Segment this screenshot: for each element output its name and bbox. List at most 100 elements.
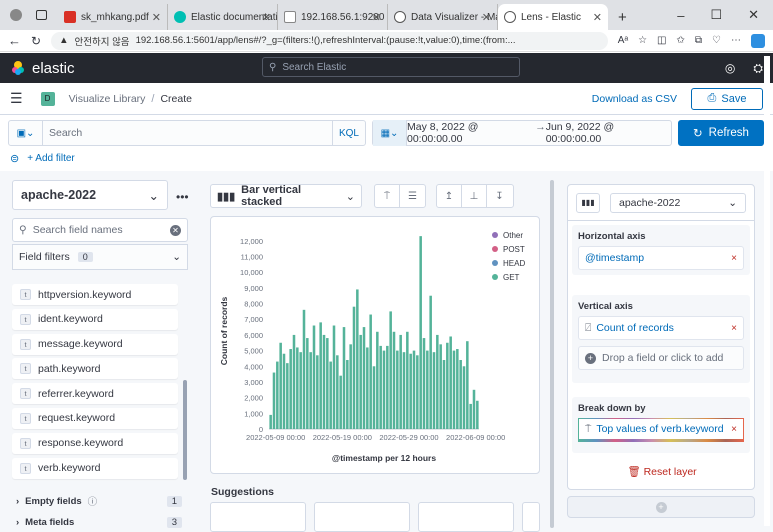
legend-icon[interactable]: ☰ — [400, 185, 425, 207]
back-icon[interactable]: ← — [8, 33, 21, 48]
browser-tab-active[interactable]: Lens - Elastic ✕ — [498, 4, 608, 30]
copilot-icon[interactable] — [751, 33, 765, 48]
search-icon: ⚲ — [19, 224, 27, 236]
horizontal-axis-dimension[interactable]: @timestamp × — [578, 246, 744, 270]
right-axis-icon[interactable]: ↧ — [487, 185, 512, 207]
layer-chart-type-button[interactable]: ▮▮▮ — [576, 192, 600, 213]
field-name: path.keyword — [38, 362, 101, 375]
collections-icon[interactable]: ⧉ — [695, 35, 702, 46]
close-tab-icon[interactable]: ✕ — [482, 11, 491, 24]
more-options-icon[interactable]: ••• — [176, 190, 189, 204]
field-item[interactable]: t request.keyword — [12, 407, 178, 429]
suggestion-card[interactable] — [418, 502, 514, 532]
y-tick-label: 1,000 — [244, 409, 263, 418]
suggestions-title: Suggestions — [211, 486, 275, 498]
layer-index-pattern-select[interactable]: apache-2022 ⌄ — [610, 192, 746, 213]
profile-icon[interactable] — [10, 9, 22, 21]
bar-chart[interactable]: 01,0002,0003,0004,0005,0006,0007,0008,00… — [211, 217, 539, 473]
reset-layer-button[interactable]: 🗑 Reset layer — [568, 465, 756, 478]
help-icon[interactable]: ◎ — [725, 61, 735, 76]
clear-search-icon[interactable]: ✕ — [170, 224, 181, 236]
minimize-icon[interactable]: – — [677, 8, 684, 23]
empty-fields-accordion[interactable]: › Empty fields ⓘ 1 — [16, 494, 182, 508]
field-filters-button[interactable]: Field filters 0 ⌄ — [12, 244, 188, 270]
field-list-scrollbar[interactable] — [183, 380, 187, 480]
remove-icon[interactable]: × — [731, 323, 737, 334]
reader-icon[interactable]: Aᵃ — [618, 35, 628, 46]
field-item[interactable]: t message.keyword — [12, 333, 178, 355]
bottom-axis-icon[interactable]: ⊥ — [462, 185, 487, 207]
address-bar[interactable]: ▲ 안전하지 않음 192.168.56.1:5601/app/lens#/?_… — [51, 31, 608, 50]
browser-tab[interactable]: 192.168.56.1:9200 ✕ — [278, 4, 388, 30]
field-item[interactable]: t ident.keyword — [12, 308, 178, 330]
bar — [352, 306, 356, 429]
user-menu-icon[interactable]: ⛭ — [753, 61, 763, 76]
meta-fields-count: 3 — [166, 517, 182, 528]
space-avatar[interactable]: D — [40, 91, 55, 106]
close-tab-icon[interactable]: ✕ — [152, 11, 161, 24]
remove-icon[interactable]: × — [731, 253, 737, 264]
field-list: t httpversion.keyword t ident.keyword t … — [12, 284, 178, 482]
index-pattern-select[interactable]: apache-2022 ⌄ — [12, 180, 168, 210]
window-scrollbar[interactable] — [764, 56, 770, 526]
remove-icon[interactable]: × — [731, 424, 737, 435]
breadcrumb-visualize-library[interactable]: Visualize Library — [69, 93, 146, 105]
new-tab-button[interactable]: + — [608, 4, 637, 30]
bar — [299, 352, 302, 429]
vertical-axis-dimension[interactable]: ⍁ Count of records × — [578, 316, 744, 340]
quick-date-button[interactable]: ▦⌄ — [373, 120, 407, 146]
reload-icon[interactable]: ↻ — [31, 34, 41, 48]
refresh-button[interactable]: ↻ Refresh — [678, 120, 764, 146]
field-item[interactable]: t verb.keyword — [12, 457, 178, 479]
menu-toggle-icon[interactable]: ☰ — [10, 90, 23, 107]
meta-fields-label: Meta fields — [25, 517, 75, 528]
left-axis-icon[interactable]: ↥ — [437, 185, 462, 207]
suggestion-card[interactable] — [522, 502, 540, 532]
favorites-icon[interactable]: ✩ — [677, 35, 685, 46]
suggestion-card[interactable] — [314, 502, 410, 532]
workspace-scrollbar[interactable] — [550, 180, 554, 528]
filter-options-icon[interactable]: ⊜ — [10, 152, 19, 165]
close-tab-icon[interactable]: ✕ — [262, 11, 271, 24]
suggestion-card[interactable] — [210, 502, 306, 532]
query-input[interactable]: Search — [43, 127, 332, 139]
favorite-icon[interactable]: ☆ — [638, 35, 647, 46]
close-tab-icon[interactable]: ✕ — [372, 11, 381, 24]
maximize-icon[interactable]: ☐ — [710, 7, 722, 23]
close-tab-icon[interactable]: ✕ — [593, 11, 602, 24]
drag-handle-icon: ⍑ — [585, 422, 592, 435]
field-search-input[interactable]: ⚲ Search field names ✕ — [12, 218, 188, 242]
field-item[interactable]: t referrer.keyword — [12, 383, 178, 405]
x-tick-label: 2022-06-09 00:00 — [446, 433, 505, 442]
browser-tab[interactable]: sk_mhkang.pdf ✕ — [58, 4, 168, 30]
meta-fields-accordion[interactable]: › Meta fields 3 — [16, 517, 182, 528]
add-filter-link[interactable]: + Add filter — [27, 153, 75, 164]
add-layer-button[interactable]: + — [567, 496, 755, 518]
download-csv-link[interactable]: Download as CSV — [592, 93, 677, 105]
elastic-logo[interactable]: elastic — [10, 60, 75, 77]
chart-type-switcher[interactable]: ▮▮▮ Bar vertical stacked ⌄ — [210, 184, 362, 208]
saved-query-button[interactable]: ▣⌄ — [9, 120, 43, 146]
add-field-drop-zone[interactable]: + Drop a field or click to add — [578, 346, 744, 370]
bar — [389, 311, 392, 429]
global-search-input[interactable]: ⚲ Search Elastic — [262, 57, 520, 77]
refresh-label: Refresh — [708, 127, 749, 139]
field-item[interactable]: t path.keyword — [12, 358, 178, 380]
vertical-axis-group: Vertical axis ⍁ Count of records × + Dro… — [572, 295, 750, 383]
split-screen-icon[interactable]: ◫ — [657, 35, 666, 46]
value-labels-icon[interactable]: ⍑ — [375, 185, 400, 207]
field-item[interactable]: t response.keyword — [12, 432, 178, 454]
browser-tab[interactable]: Elastic documentatio ✕ — [168, 4, 278, 30]
breakdown-dimension[interactable]: ⍑ Top values of verb.keyword × — [578, 418, 744, 442]
field-item[interactable]: t httpversion.keyword — [12, 284, 178, 305]
date-to[interactable]: Jun 9, 2022 @ 00:00:00.00 — [546, 121, 671, 145]
browser-tab[interactable]: Data Visualizer - Mac ✕ — [388, 4, 498, 30]
bar — [416, 355, 419, 429]
close-window-icon[interactable]: ✕ — [748, 7, 759, 23]
tab-actions-icon[interactable] — [36, 10, 47, 20]
extensions-icon[interactable]: ♡ — [712, 35, 721, 46]
date-from[interactable]: May 8, 2022 @ 00:00:00.00 — [407, 121, 535, 145]
more-icon[interactable]: ⋯ — [731, 35, 741, 46]
save-button[interactable]: ⎙ Save — [691, 87, 763, 110]
kql-toggle[interactable]: KQL — [331, 121, 365, 145]
